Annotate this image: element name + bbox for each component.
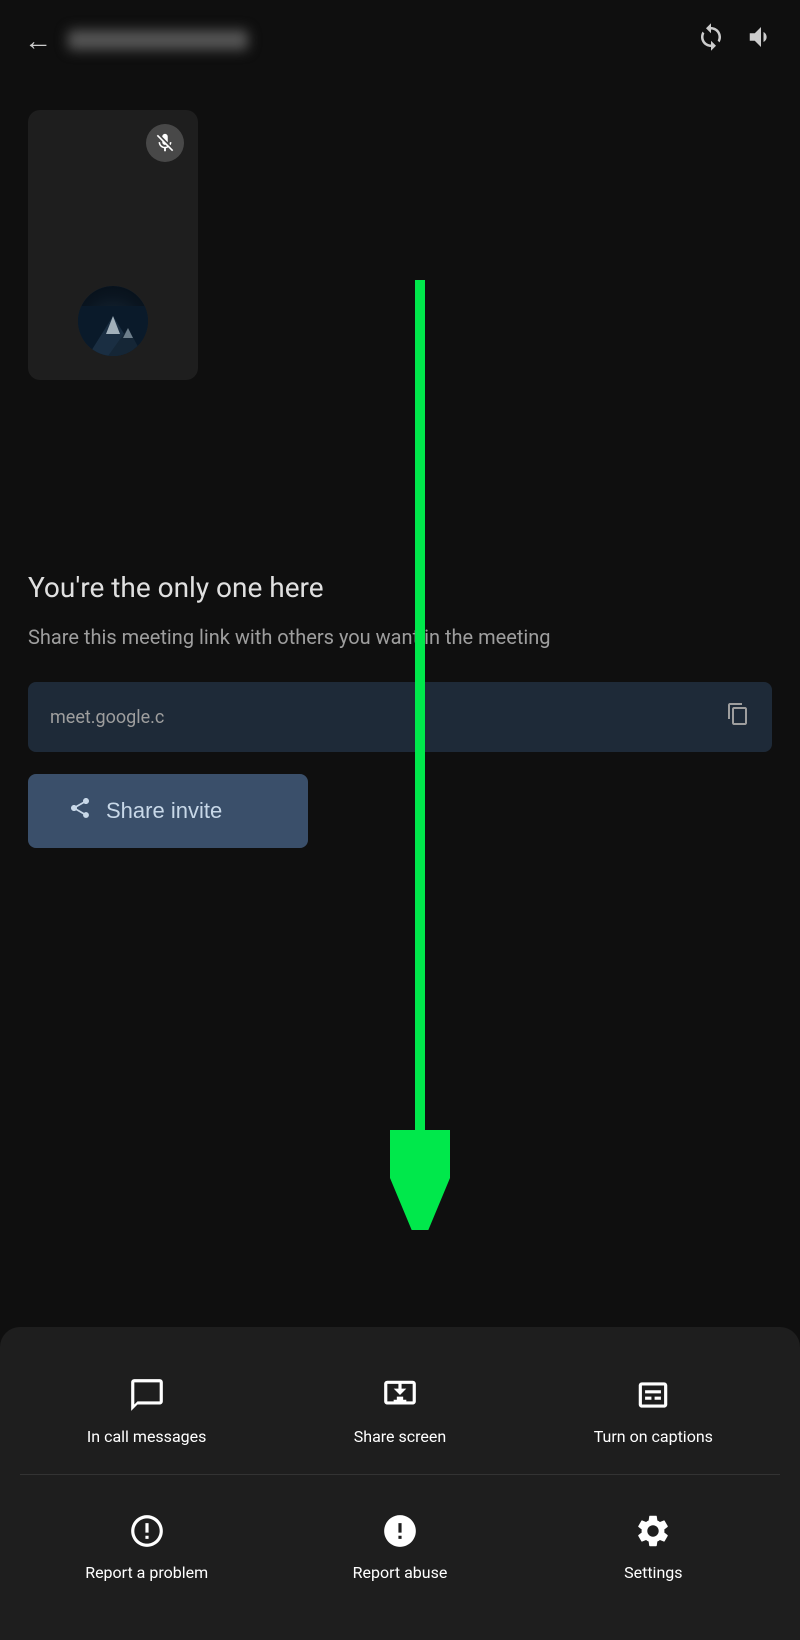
meeting-link-text: meet.google.c: [50, 707, 164, 728]
share-invite-icon: [68, 796, 92, 826]
in-call-messages-button[interactable]: In call messages: [47, 1357, 247, 1464]
flip-camera-icon[interactable]: [696, 22, 726, 59]
waiting-title: You're the only one here: [28, 570, 772, 606]
back-button[interactable]: ←: [24, 24, 52, 57]
report-a-problem-icon: [125, 1509, 169, 1553]
bottom-bar-divider: [20, 1474, 780, 1475]
header-left: ←: [24, 24, 248, 57]
share-screen-icon: [378, 1373, 422, 1417]
report-abuse-label: Report abuse: [353, 1563, 448, 1584]
mute-indicator: [146, 124, 184, 162]
waiting-section: You're the only one here Share this meet…: [28, 570, 772, 848]
report-a-problem-button[interactable]: Report a problem: [47, 1493, 247, 1600]
meeting-link-box: meet.google.c: [28, 682, 772, 752]
header-title: [68, 30, 248, 50]
avatar: [78, 286, 148, 356]
share-invite-label: Share invite: [106, 798, 222, 824]
settings-label: Settings: [624, 1563, 682, 1584]
share-invite-button[interactable]: Share invite: [28, 774, 308, 848]
screen: ←: [0, 0, 800, 1640]
turn-on-captions-icon: [631, 1373, 675, 1417]
bottom-bar-row-2: Report a problem Report abuse Sett: [20, 1493, 780, 1600]
header: ←: [0, 0, 800, 80]
copy-link-icon[interactable]: [726, 702, 750, 732]
settings-button[interactable]: Settings: [553, 1493, 753, 1600]
avatar-mountain: [78, 286, 148, 356]
report-a-problem-label: Report a problem: [85, 1563, 208, 1584]
bottom-action-bar: In call messages Share screen Turn: [0, 1327, 800, 1640]
report-abuse-icon: [378, 1509, 422, 1553]
in-call-messages-icon: [125, 1373, 169, 1417]
participant-tile: [28, 110, 198, 380]
volume-icon[interactable]: [746, 22, 776, 59]
report-abuse-button[interactable]: Report abuse: [300, 1493, 500, 1600]
share-screen-label: Share screen: [354, 1427, 446, 1448]
turn-on-captions-label: Turn on captions: [594, 1427, 713, 1448]
header-right: [696, 22, 776, 59]
waiting-subtitle: Share this meeting link with others you …: [28, 622, 772, 652]
in-call-messages-label: In call messages: [87, 1427, 206, 1448]
share-screen-button[interactable]: Share screen: [300, 1357, 500, 1464]
bottom-bar-row-1: In call messages Share screen Turn: [20, 1357, 780, 1464]
turn-on-captions-button[interactable]: Turn on captions: [553, 1357, 753, 1464]
settings-icon: [631, 1509, 675, 1553]
